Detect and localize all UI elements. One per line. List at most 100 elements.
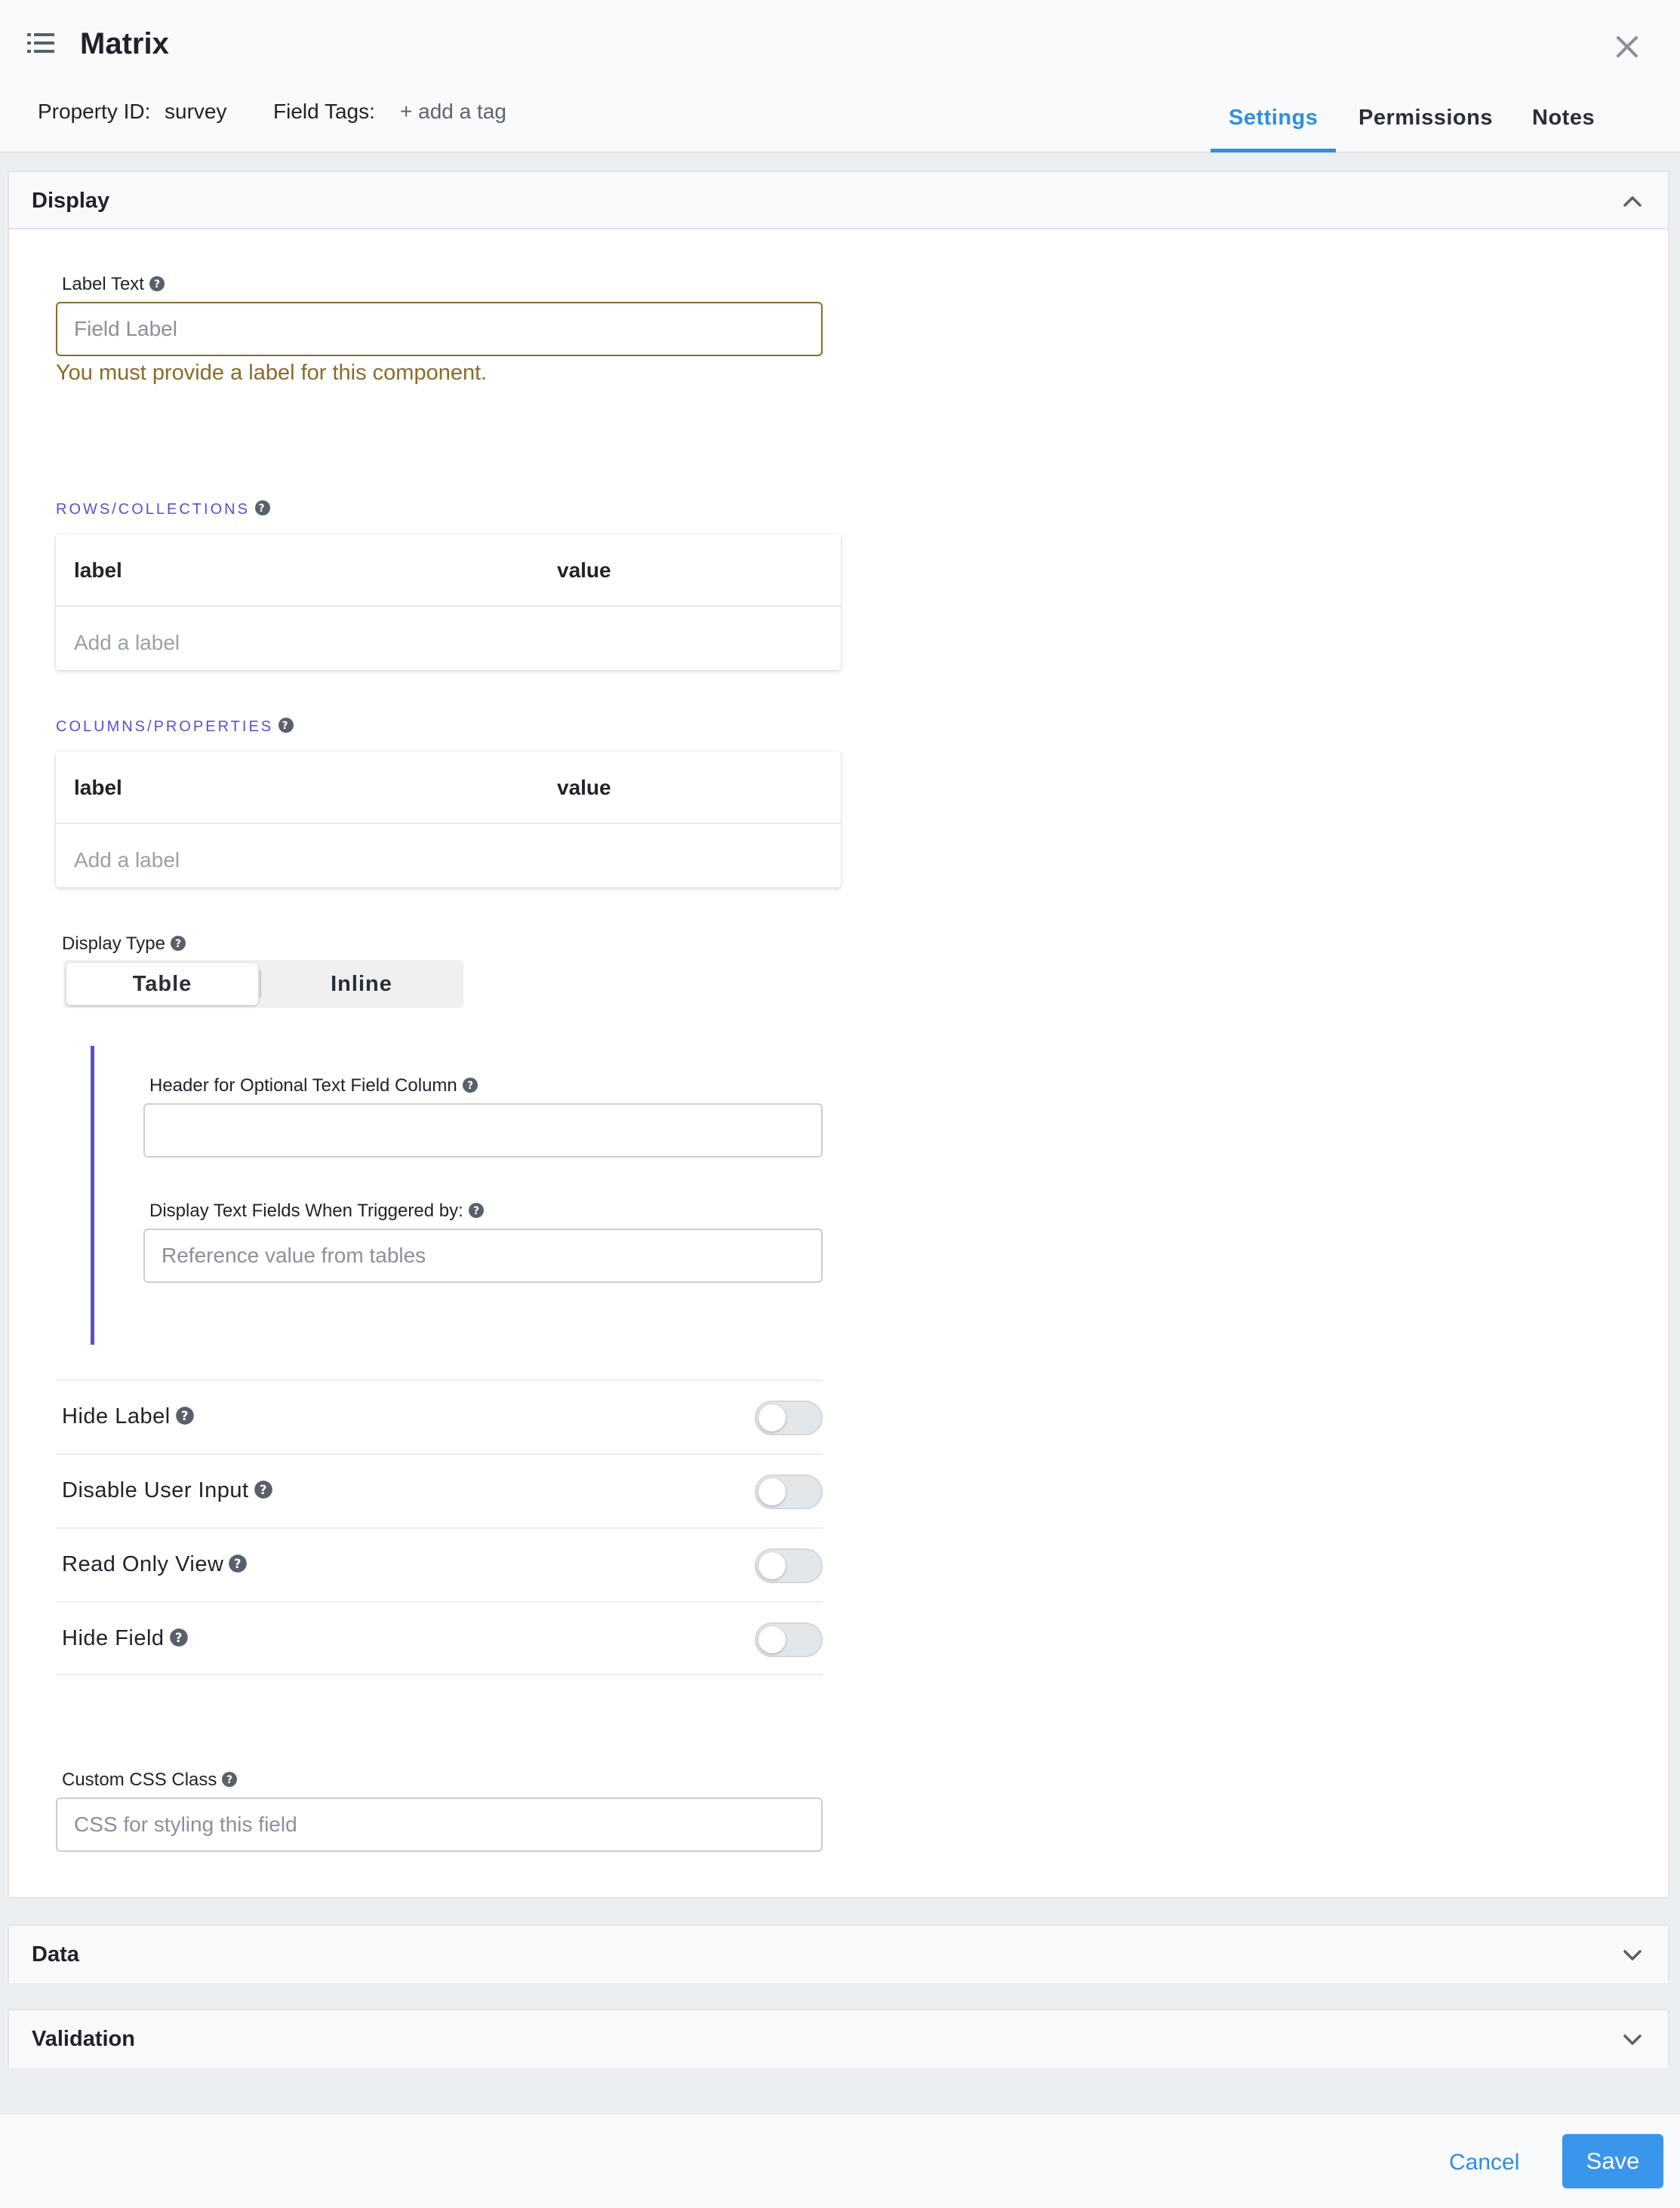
svg-text:?: ? [175, 938, 181, 950]
hide-label-text: Hide Label? [62, 1402, 195, 1431]
optional-header-input[interactable] [143, 1103, 823, 1158]
label-error-message: You must provide a label for this compon… [56, 361, 488, 385]
validation-panel-title: Validation [32, 2027, 135, 2051]
svg-text:?: ? [473, 1205, 479, 1217]
disable-user-input-text-value: Disable User Input [62, 1478, 249, 1502]
tab-permissions[interactable]: Permissions [1358, 103, 1493, 133]
trigger-label-text: Display Text Fields When Triggered by: [149, 1201, 463, 1221]
rows-add-label-input[interactable]: Add a label [74, 629, 180, 657]
help-circle-icon[interactable]: ? [278, 717, 294, 733]
tab-settings[interactable]: Settings [1229, 103, 1318, 133]
read-only-view-text: Read Only View? [62, 1550, 248, 1579]
display-type-label-text: Display Type [62, 933, 165, 954]
rows-column-value: value [557, 558, 611, 582]
hide-field-text: Hide Field? [62, 1624, 189, 1653]
chevron-up-icon[interactable] [1621, 190, 1644, 213]
help-circle-icon[interactable]: ? [175, 1406, 195, 1425]
display-panel-title: Display [32, 189, 110, 213]
chevron-down-icon[interactable] [1621, 1944, 1644, 1967]
trigger-label: Display Text Fields When Triggered by:? [149, 1200, 485, 1222]
hide-label-text-value: Hide Label [62, 1404, 171, 1428]
modal-header: Matrix Property ID: survey Field Tags: +… [0, 0, 1680, 153]
field-tags-label: Field Tags: [273, 100, 375, 123]
display-panel-header[interactable]: Display [9, 172, 1668, 229]
cancel-button[interactable]: Cancel [1449, 2148, 1519, 2178]
read-only-view-row: Read Only View? [56, 1527, 823, 1601]
modal-footer: Cancel Save [0, 2114, 1680, 2208]
toggle-knob [758, 1552, 786, 1579]
data-panel-title: Data [32, 1942, 79, 1967]
read-only-view-text-value: Read Only View [62, 1552, 224, 1576]
svg-text:?: ? [467, 1080, 473, 1092]
columns-column-value: value [557, 776, 611, 799]
display-type-selector: Table Inline [63, 960, 463, 1008]
trigger-input[interactable] [143, 1229, 823, 1283]
toggle-knob [758, 1478, 786, 1505]
svg-text:?: ? [226, 1774, 232, 1786]
columns-grid: label value Add a label [56, 752, 841, 887]
display-type-inline-option[interactable]: Inline [263, 963, 460, 1005]
property-id-value: survey [165, 100, 227, 123]
help-circle-icon[interactable]: ? [170, 935, 186, 952]
rows-section-title-text: ROWS/COLLECTIONS [56, 501, 250, 518]
segment-divider [260, 970, 261, 998]
label-text-input[interactable] [56, 302, 823, 356]
optional-header-label: Header for Optional Text Field Column? [149, 1075, 478, 1097]
label-text-label-text: Label Text [62, 274, 144, 294]
close-icon[interactable] [1614, 33, 1641, 60]
active-tab-indicator [1211, 149, 1336, 152]
validation-panel-header[interactable]: Validation [9, 2010, 1668, 2068]
save-button[interactable]: Save [1562, 2134, 1663, 2188]
data-panel[interactable]: Data [8, 1924, 1669, 1983]
hide-label-row: Hide Label? [56, 1379, 823, 1453]
toggle-knob [758, 1404, 786, 1432]
help-circle-icon[interactable]: ? [254, 1480, 273, 1499]
help-circle-icon[interactable]: ? [228, 1554, 248, 1573]
css-class-label: Custom CSS Class? [62, 1769, 238, 1791]
columns-section-title-text: COLUMNS/PROPERTIES [56, 718, 274, 735]
rows-grid: label value Add a label [56, 534, 841, 670]
optional-header-label-text: Header for Optional Text Field Column [149, 1075, 457, 1096]
css-class-label-text: Custom CSS Class [62, 1770, 217, 1790]
modal-title: Matrix [80, 27, 169, 60]
rows-column-label: label [74, 558, 122, 582]
property-id-label: Property ID: [38, 100, 151, 123]
add-tag-link[interactable]: + add a tag [400, 98, 506, 125]
columns-section-title: COLUMNS/PROPERTIES? [56, 717, 294, 737]
disable-user-input-text: Disable User Input? [62, 1476, 273, 1505]
help-circle-icon[interactable]: ? [221, 1771, 238, 1788]
help-circle-icon[interactable]: ? [462, 1077, 478, 1093]
validation-panel[interactable]: Validation [8, 2009, 1669, 2068]
columns-add-label-input[interactable]: Add a label [74, 847, 180, 874]
read-only-view-toggle[interactable] [755, 1548, 823, 1583]
help-circle-icon[interactable]: ? [149, 275, 165, 292]
hide-field-text-value: Hide Field [62, 1626, 165, 1650]
svg-text:?: ? [258, 503, 266, 515]
hide-field-row: Hide Field? [56, 1601, 823, 1675]
indent-bar [91, 1046, 94, 1345]
chevron-down-icon[interactable] [1621, 2028, 1644, 2051]
columns-column-label: label [74, 776, 122, 799]
data-panel-header[interactable]: Data [9, 1926, 1668, 1983]
label-text-label: Label Text? [62, 273, 165, 296]
columns-grid-header: label value [56, 752, 841, 824]
svg-text:?: ? [282, 720, 291, 732]
display-type-label: Display Type? [62, 933, 186, 955]
hide-label-toggle[interactable] [755, 1401, 823, 1435]
hide-field-toggle[interactable] [755, 1622, 823, 1657]
svg-text:?: ? [234, 1557, 242, 1571]
svg-text:?: ? [259, 1483, 266, 1497]
tab-notes[interactable]: Notes [1532, 103, 1595, 133]
help-circle-icon[interactable]: ? [169, 1628, 189, 1647]
disable-user-input-toggle[interactable] [755, 1475, 823, 1509]
display-type-table-option[interactable]: Table [66, 963, 258, 1005]
help-circle-icon[interactable]: ? [254, 500, 271, 516]
svg-text:?: ? [181, 1409, 189, 1423]
display-panel: Display Label Text? You must provide a l… [8, 171, 1669, 1899]
help-circle-icon[interactable]: ? [468, 1202, 485, 1219]
list-icon[interactable] [27, 32, 54, 54]
css-class-input[interactable] [56, 1797, 823, 1852]
svg-text:?: ? [154, 278, 160, 291]
svg-text:?: ? [174, 1631, 182, 1645]
rows-grid-header: label value [56, 534, 841, 607]
